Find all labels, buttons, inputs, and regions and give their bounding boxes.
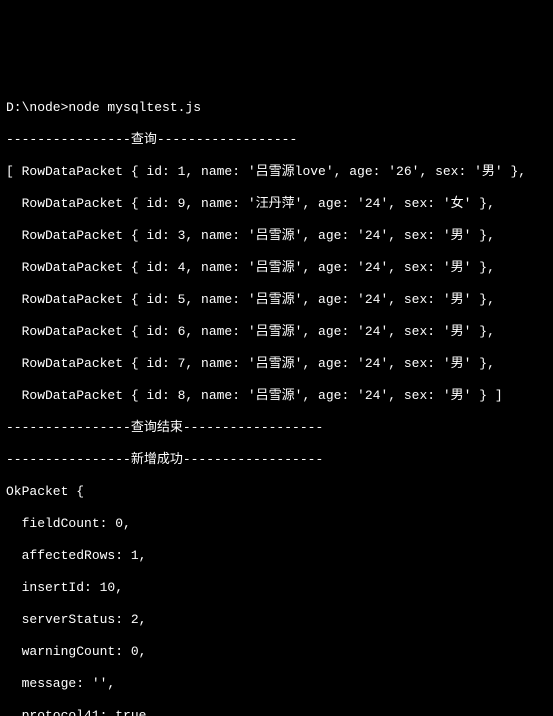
query-row: RowDataPacket { id: 3, name: '吕雪源', age:…: [6, 228, 547, 244]
query-row: RowDataPacket { id: 8, name: '吕雪源', age:…: [6, 388, 547, 404]
query-row: [ RowDataPacket { id: 1, name: '吕雪源love'…: [6, 164, 547, 180]
okpacket-field: warningCount: 0,: [6, 644, 547, 660]
query-row: RowDataPacket { id: 7, name: '吕雪源', age:…: [6, 356, 547, 372]
separator-insert-success: ----------------新增成功------------------: [6, 452, 547, 468]
okpacket-header: OkPacket {: [6, 484, 547, 500]
okpacket-field: fieldCount: 0,: [6, 516, 547, 532]
query-row: RowDataPacket { id: 6, name: '吕雪源', age:…: [6, 324, 547, 340]
okpacket-field: insertId: 10,: [6, 580, 547, 596]
query-row: RowDataPacket { id: 9, name: '汪丹萍', age:…: [6, 196, 547, 212]
separator-query-end: ----------------查询结束------------------: [6, 420, 547, 436]
query-row: RowDataPacket { id: 4, name: '吕雪源', age:…: [6, 260, 547, 276]
okpacket-field: protocol41: true,: [6, 708, 547, 716]
query-row: RowDataPacket { id: 5, name: '吕雪源', age:…: [6, 292, 547, 308]
okpacket-field: message: '',: [6, 676, 547, 692]
okpacket-field: serverStatus: 2,: [6, 612, 547, 628]
separator-query-start: ----------------查询------------------: [6, 132, 547, 148]
prompt-line: D:\node>node mysqltest.js: [6, 100, 547, 116]
okpacket-field: affectedRows: 1,: [6, 548, 547, 564]
terminal-output: D:\node>node mysqltest.js --------------…: [0, 80, 553, 716]
